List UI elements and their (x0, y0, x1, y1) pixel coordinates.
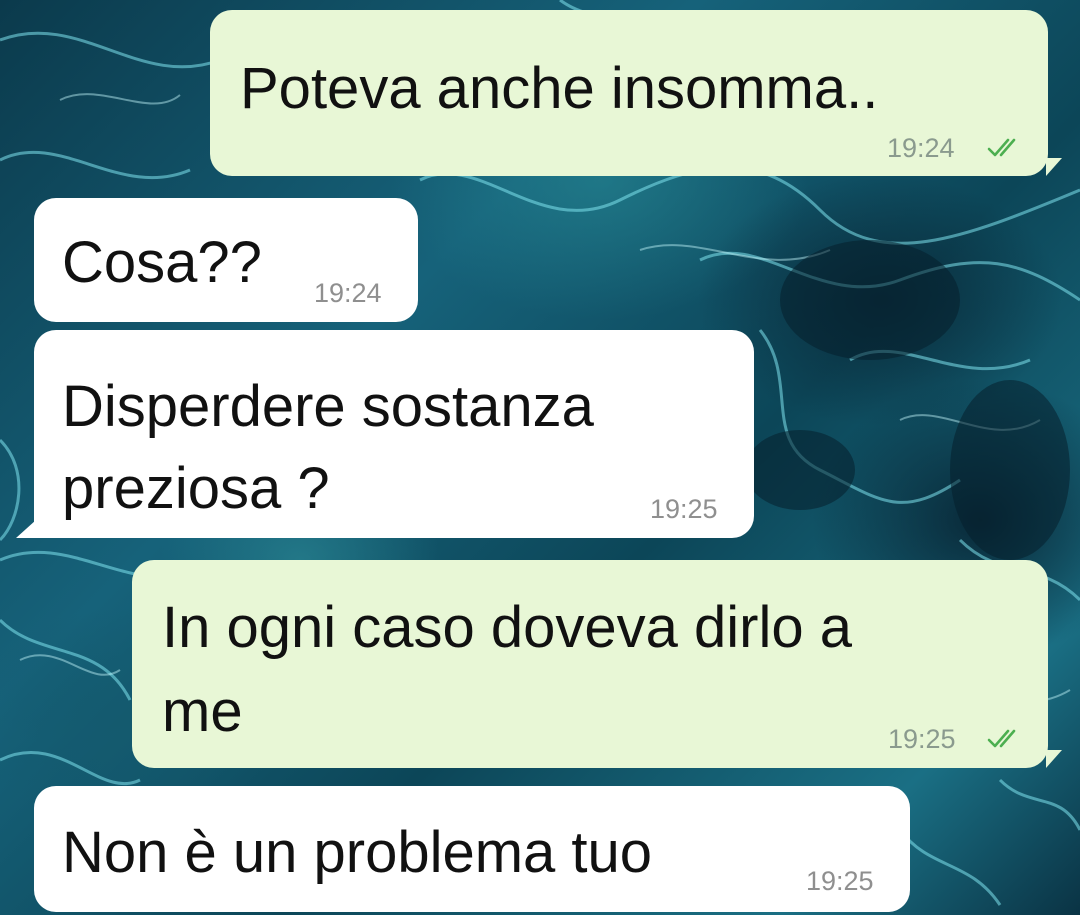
message-incoming[interactable]: Non è un problema tuo 19:25 (34, 786, 910, 912)
message-incoming[interactable]: Cosa?? 19:24 (34, 198, 418, 322)
message-outgoing[interactable]: Poteva anche insomma.. 19:24 (210, 10, 1048, 176)
bubble-tail (1046, 750, 1062, 768)
message-text: Poteva anche insomma.. (240, 56, 879, 121)
message-text: Disperdere sostanza preziosa ? (62, 374, 594, 521)
message-outgoing[interactable]: In ogni caso doveva dirlo a me 19:25 (132, 560, 1048, 768)
message-time: 19:24 (887, 133, 955, 163)
message-text: In ogni caso doveva dirlo a me (162, 595, 852, 744)
bubble-tail (1046, 158, 1062, 176)
message-text: Non è un problema tuo (62, 820, 653, 885)
message-time: 19:25 (888, 724, 956, 754)
conversation[interactable]: Poteva anche insomma.. 19:24 Cosa?? 19:2… (0, 0, 1080, 915)
bubble-tail (16, 520, 36, 538)
message-text: Cosa?? (62, 230, 262, 295)
message-incoming[interactable]: Disperdere sostanza preziosa ? 19:25 (34, 330, 754, 538)
double-check-icon (987, 138, 1016, 157)
message-time: 19:24 (314, 278, 382, 308)
message-time: 19:25 (650, 494, 718, 524)
message-time: 19:25 (806, 866, 874, 896)
double-check-icon (987, 729, 1016, 748)
